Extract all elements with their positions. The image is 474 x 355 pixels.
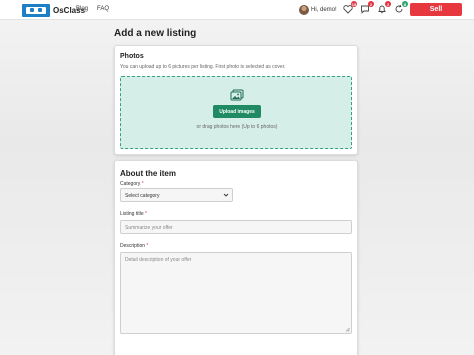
user-greeting: Hi, demo! — [311, 7, 337, 13]
avatar — [299, 5, 309, 15]
sell-button[interactable]: Sell — [410, 3, 462, 16]
description-textarea[interactable]: Detail description of your offer — [120, 252, 352, 334]
messages-button[interactable]: 2 — [360, 1, 374, 16]
favorites-badge: 15 — [351, 1, 357, 7]
category-select-value: Select category — [125, 193, 160, 199]
top-header: OsClass Blog FAQ Hi, demo! 15 2 2 8 Sell — [0, 0, 474, 20]
updates-button[interactable]: 8 — [394, 1, 408, 16]
notifications-button[interactable]: 2 — [377, 1, 391, 16]
about-item-title: About the item — [120, 169, 176, 178]
user-menu[interactable]: Hi, demo! — [299, 4, 337, 16]
photos-description: You can upload up to 6 pictures per list… — [120, 64, 286, 70]
listing-title-input[interactable]: Summarize your offer — [120, 220, 352, 234]
photos-title: Photos — [120, 53, 144, 60]
messages-badge: 2 — [368, 1, 374, 7]
images-icon — [230, 89, 244, 101]
description-placeholder: Detail description of your offer — [125, 257, 192, 263]
upload-images-button[interactable]: Upload images — [213, 105, 261, 118]
resize-handle-icon[interactable] — [345, 327, 350, 332]
drag-photos-text: or drag photos here (Up to 6 photos) — [196, 124, 278, 130]
listing-title-label: Listing title * — [120, 211, 147, 217]
favorites-button[interactable]: 15 — [343, 1, 357, 16]
category-select[interactable]: Select category — [120, 188, 233, 202]
updates-badge: 8 — [402, 1, 408, 7]
category-label: Category * — [120, 181, 144, 187]
about-item-card: About the item Category * Select categor… — [114, 160, 358, 355]
description-label: Description * — [120, 243, 149, 249]
logo-icon — [22, 3, 50, 17]
nav-link-faq[interactable]: FAQ — [97, 6, 109, 12]
photo-dropzone[interactable]: Upload images or drag photos here (Up to… — [120, 76, 352, 149]
page-title: Add a new listing — [114, 28, 197, 39]
nav-link-blog[interactable]: Blog — [76, 6, 88, 12]
notifications-badge: 2 — [385, 1, 391, 7]
photos-card: Photos You can upload up to 6 pictures p… — [114, 45, 358, 155]
chevron-down-icon — [223, 193, 229, 197]
